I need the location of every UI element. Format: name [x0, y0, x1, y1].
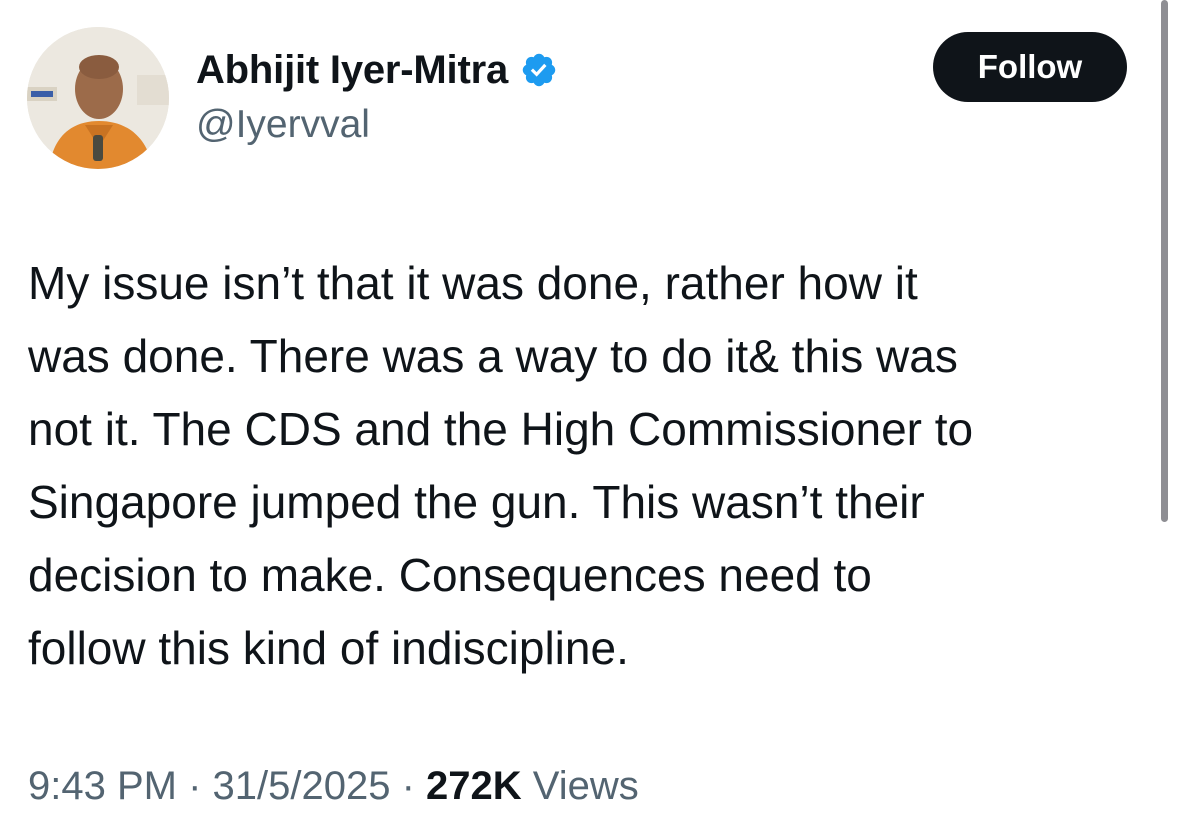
- views-count[interactable]: 272K: [426, 764, 522, 808]
- author-avatar[interactable]: [27, 27, 169, 169]
- author-display-name[interactable]: Abhijit Iyer-Mitra: [196, 48, 508, 93]
- tweet-text-line: follow this kind of indiscipline.: [28, 622, 629, 674]
- tweet-text-line: Singapore jumped the gun. This wasn’t th…: [28, 476, 925, 528]
- views-label: Views: [532, 764, 639, 808]
- avatar-image: [27, 27, 169, 169]
- tweet-text-line: decision to make. Consequences need to: [28, 549, 872, 601]
- tweet-date[interactable]: 31/5/2025: [213, 764, 391, 808]
- meta-separator: ·: [176, 764, 213, 808]
- tweet-text-line: not it. The CDS and the High Commissione…: [28, 403, 974, 455]
- tweet-text-line: My issue isn’t that it was done, rather …: [28, 257, 918, 309]
- follow-button[interactable]: Follow: [933, 32, 1127, 102]
- verified-badge-icon: [520, 51, 558, 89]
- scrollbar[interactable]: [1161, 0, 1168, 522]
- tweet-text-line: was done. There was a way to do it& this…: [28, 330, 958, 382]
- tweet-text: My issue isn’t that it was done, rather …: [28, 247, 1148, 685]
- author-name-row: Abhijit Iyer-Mitra: [196, 42, 558, 98]
- tweet-metadata: 9:43 PM · 31/5/2025 · 272K Views: [28, 764, 639, 809]
- tweet-card: Abhijit Iyer-Mitra @Iyervval Follow My i…: [0, 0, 1179, 839]
- tweet-time[interactable]: 9:43 PM: [28, 764, 177, 808]
- author-handle[interactable]: @Iyervval: [196, 103, 370, 147]
- meta-separator: ·: [390, 764, 427, 808]
